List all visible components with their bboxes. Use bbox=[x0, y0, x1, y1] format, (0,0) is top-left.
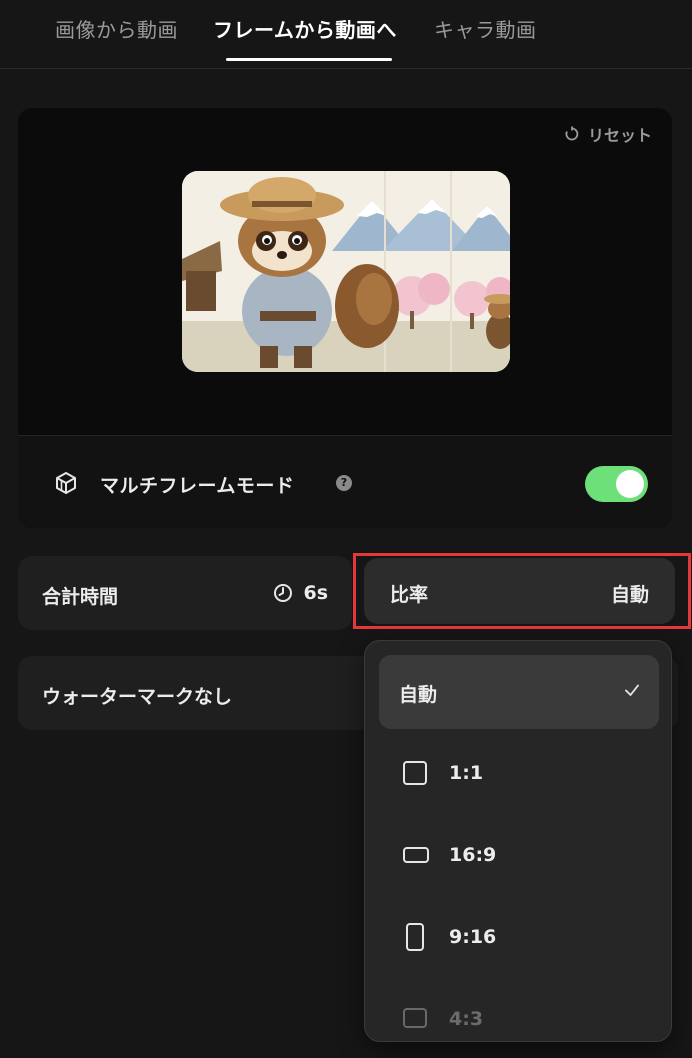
ratio-option-label: 1:1 bbox=[449, 762, 484, 784]
check-icon bbox=[625, 684, 639, 696]
tab-frames-to-video[interactable]: フレームから動画へ bbox=[213, 14, 397, 43]
toggle-knob bbox=[616, 470, 644, 498]
reset-icon bbox=[565, 126, 579, 141]
square-ratio-icon bbox=[403, 761, 427, 785]
ratio-option-label: 4:3 bbox=[449, 1008, 484, 1030]
tab-bar: 画像から動画 フレームから動画へ キャラ動画 bbox=[0, 0, 692, 69]
multi-frame-icon bbox=[56, 472, 76, 494]
preview-card: リセット マルチフレームモード ? bbox=[18, 108, 672, 528]
help-icon[interactable]: ? bbox=[336, 475, 352, 491]
ratio-option-1-1[interactable]: 1:1 bbox=[379, 737, 659, 811]
multi-frame-mode-row: マルチフレームモード ? bbox=[18, 436, 672, 528]
ratio-dropdown: 自動 1:1 16:9 9:16 4:3 bbox=[364, 640, 672, 1042]
frame-strip-image bbox=[182, 171, 510, 372]
active-tab-indicator bbox=[226, 58, 392, 61]
ratio-option-16-9[interactable]: 16:9 bbox=[379, 819, 659, 893]
duration-value-group: 6s bbox=[273, 582, 328, 604]
landscape-ratio-icon bbox=[403, 847, 429, 863]
multi-frame-label: マルチフレームモード bbox=[100, 475, 295, 497]
four-three-ratio-icon bbox=[403, 1008, 427, 1028]
multi-frame-toggle[interactable] bbox=[585, 466, 648, 502]
clock-icon bbox=[274, 584, 293, 602]
ratio-option-4-3[interactable]: 4:3 bbox=[379, 983, 659, 1041]
tab-character-video[interactable]: キャラ動画 bbox=[434, 14, 537, 43]
ratio-option-label: 9:16 bbox=[449, 926, 497, 948]
ratio-option-label: 16:9 bbox=[449, 844, 497, 866]
watermark-label: ウォーターマークなし bbox=[42, 686, 233, 708]
duration-label: 合計時間 bbox=[42, 586, 119, 608]
ratio-highlight-box bbox=[353, 553, 691, 629]
tab-image-to-video[interactable]: 画像から動画 bbox=[55, 14, 178, 43]
duration-value: 6s bbox=[303, 582, 328, 604]
ratio-option-label: 自動 bbox=[399, 684, 438, 706]
reset-button[interactable]: リセット bbox=[564, 122, 652, 146]
ratio-option-9-16[interactable]: 9:16 bbox=[379, 901, 659, 975]
ratio-option-auto[interactable]: 自動 bbox=[379, 655, 659, 729]
portrait-ratio-icon bbox=[406, 923, 424, 951]
reset-label: リセット bbox=[587, 126, 652, 145]
duration-setting[interactable]: 合計時間 6s bbox=[18, 556, 352, 630]
